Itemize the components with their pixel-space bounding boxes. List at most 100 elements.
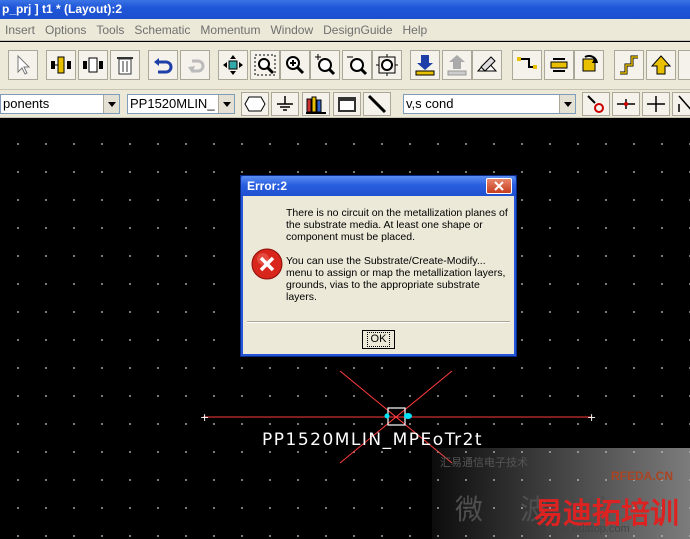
pin-right[interactable] [404,413,412,419]
zoom-in-button[interactable] [280,50,310,80]
select-button[interactable] [8,50,38,80]
flip-icon [476,56,498,72]
pop-out-button[interactable] [442,50,472,80]
zoom-out-icon [347,56,368,76]
menu-momentum[interactable]: Momentum [195,19,265,41]
component-library-value: ponents [3,96,50,111]
more-icon [681,53,690,77]
push-into-icon [415,55,435,76]
menu-tools[interactable]: Tools [91,19,129,41]
select-arrow-icon [17,54,31,75]
display-options-button[interactable] [333,92,361,116]
step-icon [620,55,638,75]
redo-icon [188,59,205,73]
library-icon [306,96,326,114]
pin-left[interactable] [384,413,390,419]
watermark-url: www.edatop.com [546,523,630,535]
menu-insert[interactable]: Insert [0,19,40,41]
swap-icon [550,58,568,72]
zoom-area-button[interactable] [250,50,280,80]
align-icon [517,57,537,69]
dialog-title: Error:2 [247,179,288,193]
menu-window[interactable]: Window [265,19,318,41]
flip-button[interactable] [472,50,502,80]
insert-port-icon [51,56,71,74]
redo-button[interactable] [180,50,210,80]
component-library-select[interactable]: ponents [0,94,120,114]
cross-snap-button[interactable] [642,92,670,116]
main-toolbar [0,42,690,90]
component-name-value: PP1520MLIN_ [130,96,215,111]
menu-bar: Insert Options Tools Schematic Momentum … [0,19,690,41]
snap-icon [587,95,604,113]
watermark-badge: RFEDA.CN [611,469,673,483]
trace-icon [367,94,387,114]
move-button[interactable] [218,50,248,80]
insert-pin-button[interactable] [78,50,108,80]
more-button[interactable] [678,50,690,80]
dialog-message: There is no circuit on the metallization… [286,207,508,315]
delete-trash-icon [117,57,133,75]
error-icon [251,248,283,280]
dialog-titlebar: Error:2 [241,176,516,196]
right-marker: + [587,411,596,424]
push-into-button[interactable] [410,50,440,80]
angle-snap-button[interactable] [672,92,690,116]
align-button[interactable] [512,50,542,80]
window-title: p_prj ] t1 * (Layout):2 [2,2,123,16]
cross-snap-icon [647,96,665,112]
menu-help[interactable]: Help [398,19,433,41]
dialog-message-line-2: You can use the Substrate/Create-Modify.… [286,255,506,303]
dialog-separator [247,321,510,323]
dialog-message-line-1: There is no circuit on the metallization… [286,207,508,243]
step-button[interactable] [614,50,644,80]
zoom-point-icon [315,54,336,76]
dialog-close-button[interactable] [486,178,512,194]
rotate-icon [582,54,598,72]
up-arrow-button[interactable] [646,50,676,80]
error-dialog: Error:2 There is no circuit on the metal… [241,176,516,356]
close-icon [494,181,504,191]
display-options-icon [338,97,356,112]
component-toolbar: ponents PP1520MLIN_ v,s cond [0,90,690,118]
undo-icon [154,58,173,74]
insert-trace-button[interactable] [363,92,391,116]
undo-button[interactable] [148,50,178,80]
chevron-down-icon[interactable] [559,95,575,113]
ground-icon [277,96,293,111]
ground-button[interactable] [271,92,299,116]
menu-options[interactable]: Options [40,19,91,41]
insert-pin-icon [83,57,103,73]
zoom-out-button[interactable] [342,50,372,80]
layer-value: v,s cond [406,96,454,111]
ok-button-label: OK [366,332,391,347]
zoom-in-icon [286,56,305,75]
delete-button[interactable] [110,50,140,80]
zoom-fit-button[interactable] [372,50,402,80]
zoom-point-button[interactable] [310,50,340,80]
chevron-down-icon[interactable] [103,95,119,113]
snap-button[interactable] [582,92,610,116]
component-instance-label: PP1520MLIN_MPEoTr2t [262,430,484,450]
watermark-top-line: 汇易通信电子技术 [440,457,528,469]
port-shape-button[interactable] [241,92,269,116]
up-arrow-icon [650,55,672,75]
chevron-down-icon[interactable] [218,95,234,113]
ok-button[interactable]: OK [362,330,395,349]
insert-port-button[interactable] [46,50,76,80]
move-icon [223,55,243,75]
component-library-button[interactable] [302,92,330,116]
left-marker: + [200,411,209,424]
component-name-select[interactable]: PP1520MLIN_ [127,94,235,114]
hexagon-icon [244,96,266,112]
zoom-area-icon [254,54,276,76]
rotate-button[interactable] [574,50,604,80]
pop-out-icon [447,55,467,76]
menu-schematic[interactable]: Schematic [129,19,195,41]
pin-snap-button[interactable] [612,92,640,116]
swap-button[interactable] [544,50,574,80]
angle-snap-icon [678,95,690,112]
menu-designguide[interactable]: DesignGuide [318,19,397,41]
pin-snap-icon [617,99,635,109]
layer-select[interactable]: v,s cond [403,94,576,114]
